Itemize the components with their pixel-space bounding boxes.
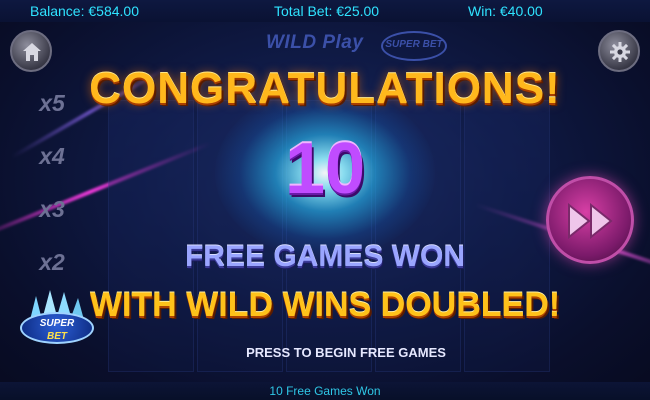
fast-forward-icon <box>568 203 613 239</box>
logo-text: WILD Play <box>266 32 364 53</box>
superbet-line2: BET <box>47 331 67 342</box>
status-bar: 10 Free Games Won <box>0 382 650 400</box>
wild-wins-doubled-text: WITH WILD WINS DOUBLED! <box>89 286 561 324</box>
continue-button[interactable] <box>546 176 634 264</box>
logo-badge: SUPER BET <box>381 31 447 61</box>
gear-icon <box>610 42 630 62</box>
total-bet-display: Total Bet: €25.00 <box>274 3 380 19</box>
balance-display: Balance: €584.00 <box>30 3 139 19</box>
top-bar: Balance: €584.00 Total Bet: €25.00 Win: … <box>0 0 650 22</box>
free-games-won-text: FREE GAMES WON <box>184 240 465 273</box>
congratulations-title: CONGRATULATIONS! <box>89 64 561 113</box>
game-logo: WILD Play SUPER BET <box>266 28 456 62</box>
win-display: Win: €40.00 <box>468 3 543 19</box>
begin-free-games-prompt[interactable]: PRESS TO BEGIN FREE GAMES <box>0 345 650 360</box>
home-icon <box>23 43 41 61</box>
